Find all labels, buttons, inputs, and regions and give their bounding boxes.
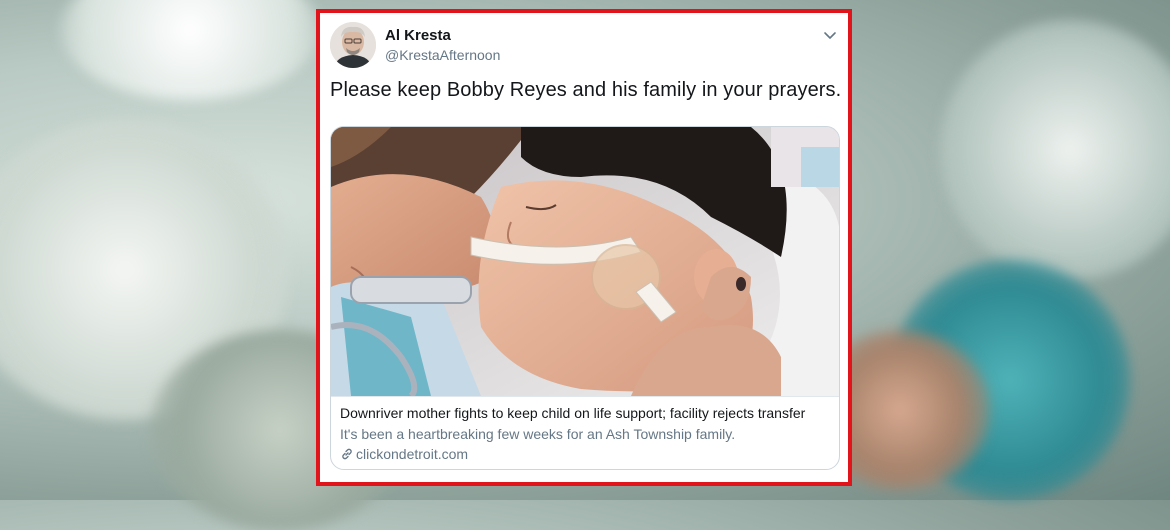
card-domain-text: clickondetroit.com	[356, 446, 469, 462]
author-name[interactable]: Al Kresta	[385, 27, 451, 44]
card-meta: Downriver mother fights to keep child on…	[331, 396, 839, 469]
card-photo	[331, 127, 839, 396]
chevron-down-icon[interactable]	[822, 27, 838, 43]
author-avatar[interactable]	[330, 22, 376, 68]
link-card[interactable]: Downriver mother fights to keep child on…	[330, 126, 840, 470]
author-handle[interactable]: @KrestaAfternoon	[385, 47, 500, 63]
bg-surgical-lamp	[940, 20, 1170, 280]
tweet-embed: Al Kresta @KrestaAfternoon Please keep B…	[316, 9, 852, 486]
link-icon	[340, 447, 354, 461]
card-description: It's been a heartbreaking few weeks for …	[340, 426, 736, 442]
card-domain[interactable]: clickondetroit.com	[340, 446, 468, 462]
tweet-text: Please keep Bobby Reyes and his family i…	[330, 79, 842, 101]
avatar-portrait	[330, 22, 376, 68]
bg-light-shape	[60, 0, 320, 100]
card-title[interactable]: Downriver mother fights to keep child on…	[340, 405, 805, 421]
